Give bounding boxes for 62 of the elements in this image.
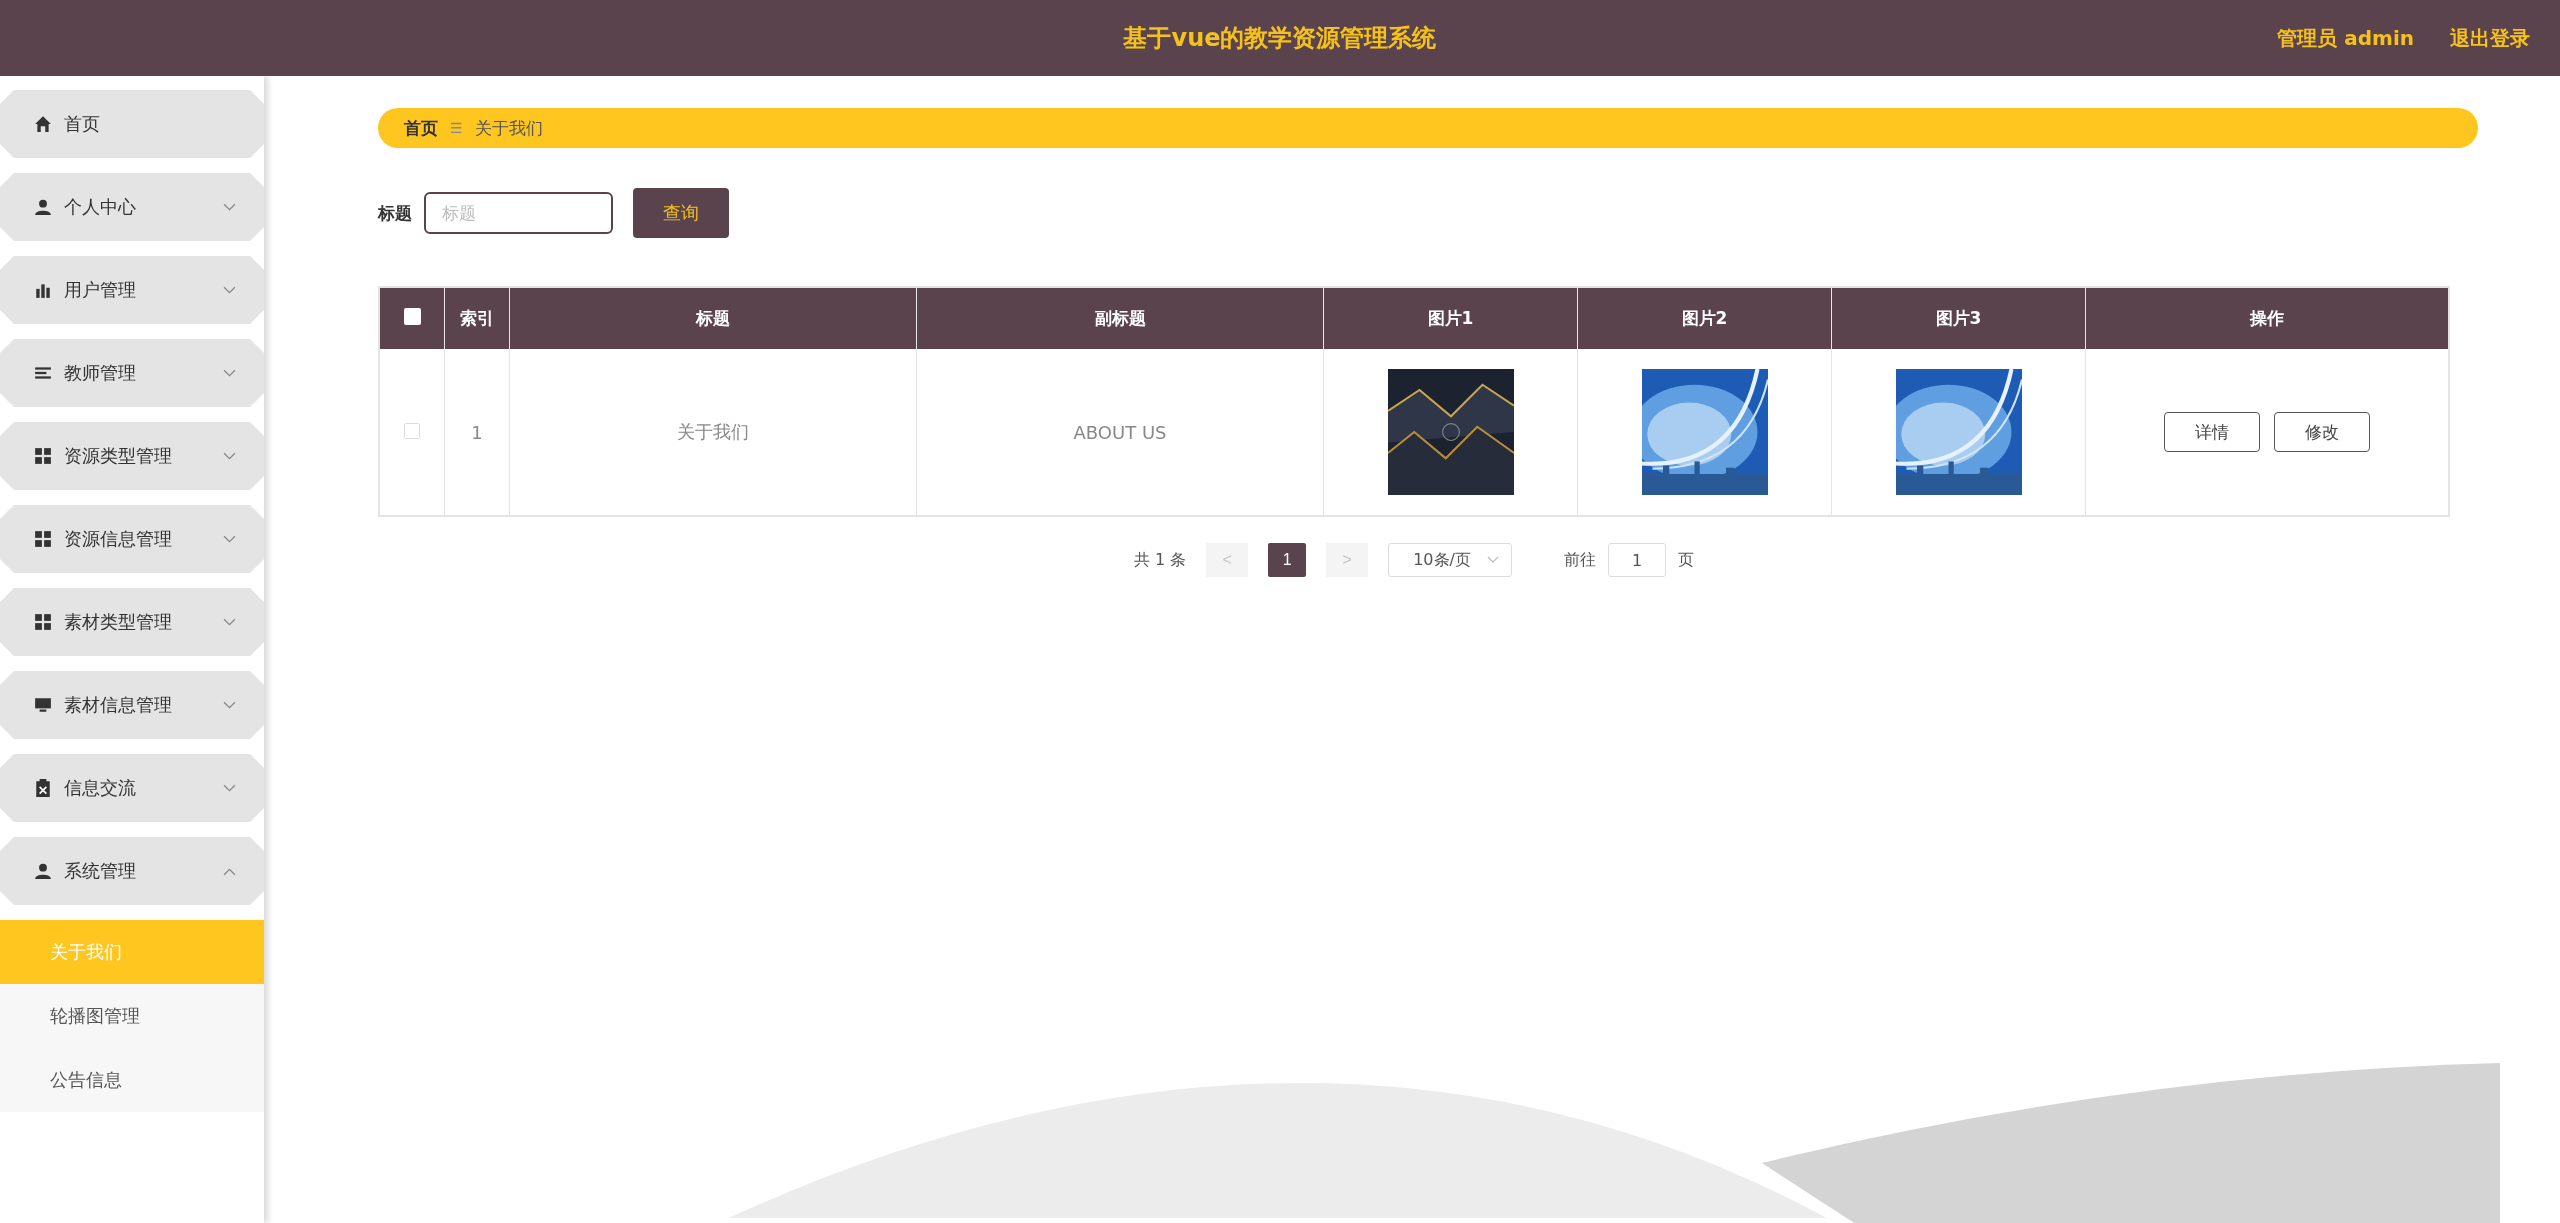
menu-item[interactable]: 教师管理	[0, 339, 264, 407]
column-header: 图片1	[1323, 287, 1578, 349]
row-checkbox[interactable]	[404, 422, 420, 439]
user-icon	[34, 862, 52, 880]
monitor-icon	[34, 696, 52, 714]
grid-icon	[34, 613, 52, 631]
bar-chart-icon	[34, 281, 52, 299]
menu-item[interactable]: 素材信息管理	[0, 671, 264, 739]
menu-label: 资源信息管理	[64, 527, 173, 551]
goto-page-field[interactable]: 1	[1608, 543, 1667, 577]
menu-item[interactable]: 素材类型管理	[0, 588, 264, 656]
menu-label: 教师管理	[64, 361, 137, 385]
search-label: 标题	[378, 201, 412, 225]
caret-icon	[1487, 556, 1500, 564]
column-header: 操作	[2085, 287, 2449, 349]
page-number[interactable]: 1	[1268, 543, 1307, 577]
menu-label: 素材信息管理	[64, 693, 173, 717]
breadcrumb-link[interactable]: 关于我们	[474, 116, 543, 140]
menu-label: 素材类型管理	[64, 610, 173, 634]
edit-button[interactable]: 修改	[2274, 412, 2370, 452]
user-label: 管理员 admin	[2277, 24, 2414, 52]
details-button[interactable]: 详情	[2164, 412, 2260, 452]
breadcrumb-link[interactable]: 首页	[404, 116, 438, 140]
column-header: 索引	[444, 287, 510, 349]
logout-link[interactable]: 退出登录	[2450, 24, 2530, 52]
user-icon	[34, 198, 52, 216]
column-header: 图片3	[1831, 287, 2086, 349]
app-title: 基于vue的教学资源管理系统	[1123, 23, 1437, 54]
column-header: 图片2	[1577, 287, 1832, 349]
home-icon	[34, 115, 52, 133]
page-size-select[interactable]: 10条/页	[1388, 543, 1513, 577]
grid-icon	[34, 530, 52, 548]
search-button[interactable]: 查询	[633, 188, 729, 238]
menu-item[interactable]: 用户管理	[0, 256, 264, 324]
list-icon	[34, 364, 52, 382]
submenu-item[interactable]: 轮播图管理	[0, 984, 264, 1048]
total-count: 共 1 条	[1133, 549, 1187, 571]
menu-item[interactable]: 个人中心	[0, 173, 264, 241]
column-header: 标题	[509, 287, 917, 349]
menu-label: 首页	[64, 112, 101, 136]
menu-label: 资源类型管理	[64, 444, 173, 468]
goto-label: 前往	[1564, 549, 1597, 571]
page-suffix: 页	[1678, 549, 1695, 571]
column-header: 副标题	[916, 287, 1324, 349]
menu-label: 个人中心	[64, 195, 137, 219]
title-search-field[interactable]: 标题	[424, 192, 613, 234]
table-cell: 关于我们	[509, 349, 917, 516]
breadcrumb-separator: ☰	[450, 120, 463, 136]
menu-label: 用户管理	[64, 278, 137, 302]
menu-label: 系统管理	[64, 859, 137, 883]
menu-item[interactable]: 系统管理	[0, 837, 264, 905]
grid-icon	[34, 447, 52, 465]
menu-item[interactable]: 资源信息管理	[0, 505, 264, 573]
clipboard-icon	[34, 779, 52, 797]
menu-item[interactable]: 资源类型管理	[0, 422, 264, 490]
select-all-checkbox[interactable]	[403, 308, 421, 325]
table-cell: ABOUT US	[916, 349, 1324, 516]
menu-label: 信息交流	[64, 776, 137, 800]
submenu-item[interactable]: 公告信息	[0, 1048, 264, 1112]
table-cell: 1	[444, 349, 510, 516]
menu-item[interactable]: 首页	[0, 90, 264, 158]
menu-item[interactable]: 信息交流	[0, 754, 264, 822]
